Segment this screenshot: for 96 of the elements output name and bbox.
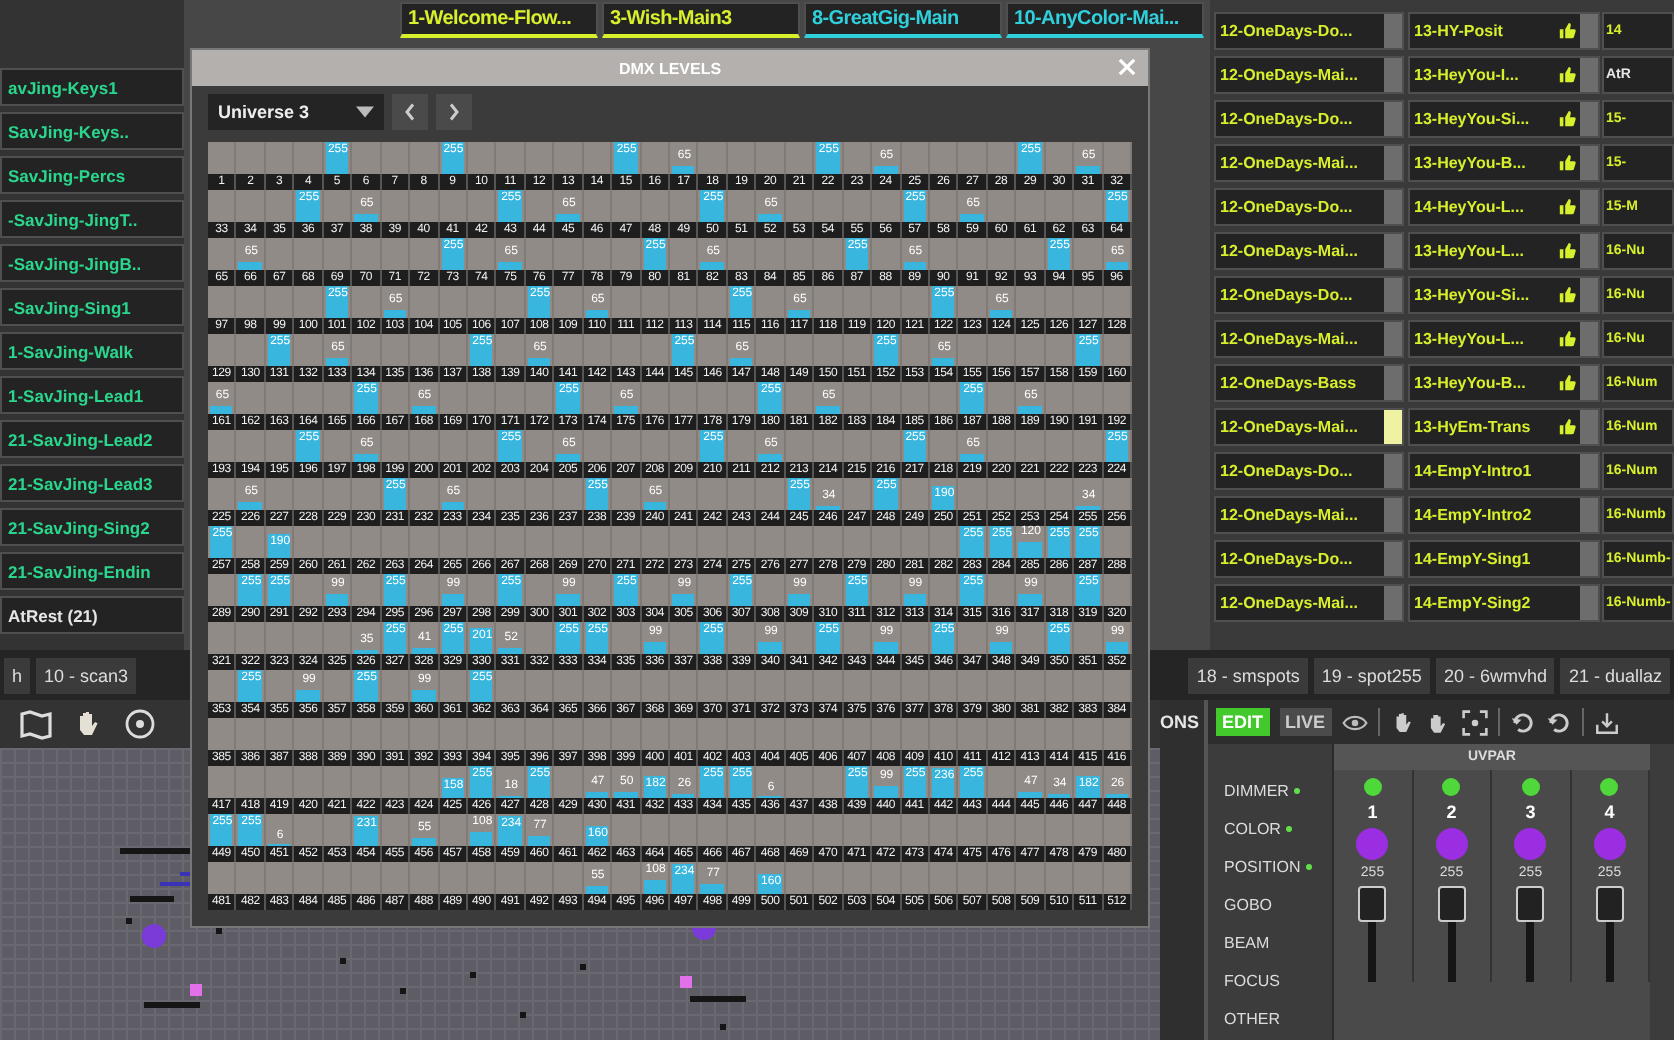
- chevron-left-icon: [404, 102, 416, 122]
- cue-button[interactable]: avJing-Keys1: [0, 68, 184, 106]
- fader-thumb[interactable]: [1437, 886, 1466, 922]
- undo-icon[interactable]: [1509, 709, 1536, 735]
- cue-button[interactable]: 13-HyEm-Trans: [1408, 408, 1600, 446]
- map-icon[interactable]: [20, 708, 52, 740]
- cue-button[interactable]: 13-HeyYou-L...: [1408, 232, 1600, 270]
- attribute-label[interactable]: DIMMER: [1224, 782, 1289, 800]
- cue-button[interactable]: 1-Welcome-Flow...: [400, 2, 598, 38]
- cue-button[interactable]: 21-SavJing-Lead3: [0, 464, 184, 502]
- fixture-tab[interactable]: 21 - duallaz: [1560, 657, 1670, 693]
- thumbs-up-icon: [1558, 154, 1576, 172]
- cue-button[interactable]: 21-SavJing-Sing2: [0, 508, 184, 546]
- cue-button[interactable]: 12-OneDays-Do...: [1214, 452, 1404, 490]
- cue-button[interactable]: 13-HeyYou-B...: [1408, 364, 1600, 402]
- cue-button[interactable]: 1-SavJing-Walk: [0, 332, 184, 370]
- caret-icon: [356, 106, 374, 118]
- thumbs-up-icon: [1558, 418, 1576, 436]
- cue-button[interactable]: 12-OneDays-Do...: [1214, 276, 1404, 314]
- cue-button[interactable]: 12-OneDays-Do...: [1214, 100, 1404, 138]
- cue-button[interactable]: -SavJing-Sing1: [0, 288, 184, 326]
- cue-button[interactable]: 12-OneDays-Mai...: [1214, 56, 1404, 94]
- undo-icon[interactable]: [1545, 709, 1572, 735]
- cue-button[interactable]: 13-HeyYou-I...: [1408, 56, 1600, 94]
- fader-thumb[interactable]: [1516, 886, 1545, 922]
- attribute-label[interactable]: GOBO: [1224, 896, 1273, 914]
- attribute-label[interactable]: OTHER: [1224, 1010, 1280, 1028]
- fader-thumb[interactable]: [1595, 886, 1624, 922]
- cue-button[interactable]: 14-EmpY-Intro1: [1408, 452, 1600, 490]
- attribute-label[interactable]: POSITION: [1224, 858, 1301, 876]
- fixture-tab[interactable]: 19 - spot255: [1313, 657, 1430, 693]
- close-icon: [1118, 58, 1136, 76]
- fixture-tab[interactable]: 10 - scan3: [36, 657, 137, 693]
- fixture-number: 4: [1604, 802, 1615, 822]
- cue-button[interactable]: 12-OneDays-Mai...: [1214, 584, 1404, 622]
- cue-button[interactable]: 21-SavJing-Lead2: [0, 420, 184, 458]
- cue-button[interactable]: 21-SavJing-Endin: [0, 552, 184, 590]
- cue-button[interactable]: 12-OneDays-Mai...: [1214, 408, 1404, 446]
- cue-button[interactable]: 12-OneDays-Mai...: [1214, 320, 1404, 358]
- color-swatch[interactable]: [1356, 828, 1389, 860]
- thumbs-up-icon: [1558, 286, 1576, 304]
- fixture-tab[interactable]: 18 - smspots: [1188, 657, 1308, 693]
- cue-button[interactable]: 14-EmpY-Intro2: [1408, 496, 1600, 534]
- fixture-number: 1: [1367, 802, 1378, 822]
- universe-dropdown[interactable]: Universe 3: [208, 94, 384, 130]
- window-title: DMX LEVELS: [618, 59, 722, 77]
- thumbs-up-icon: [1558, 330, 1576, 348]
- fixture-tab[interactable]: 20 - 6wmvhd: [1435, 657, 1555, 693]
- cue-button[interactable]: 12-OneDays-Do...: [1214, 188, 1404, 226]
- cue-button[interactable]: 12-OneDays-Mai...: [1214, 496, 1404, 534]
- chevron-right-icon: [448, 102, 460, 122]
- cue-button[interactable]: 13-HeyYou-Si...: [1408, 276, 1600, 314]
- cue-button[interactable]: SavJing-Percs: [0, 156, 184, 194]
- select-frame-icon[interactable]: [1461, 709, 1488, 735]
- color-swatch[interactable]: [1514, 828, 1547, 860]
- fixture-number: 2: [1446, 802, 1457, 822]
- cue-button[interactable]: 8-GreatGig-Main: [804, 2, 1002, 38]
- cue-button[interactable]: 12-OneDays-Bass: [1214, 364, 1404, 402]
- cue-button[interactable]: 1-SavJing-Lead1: [0, 376, 184, 414]
- cue-button[interactable]: 14-EmpY-Sing1: [1408, 540, 1600, 578]
- thumbs-up-icon: [1558, 66, 1576, 84]
- fader-thumb[interactable]: [1358, 886, 1387, 922]
- cue-button[interactable]: 12-OneDays-Do...: [1214, 12, 1404, 50]
- cue-button[interactable]: 13-HeyYou-Si...: [1408, 100, 1600, 138]
- thumbs-up-icon: [1558, 198, 1576, 216]
- cue-button[interactable]: 10-AnyColor-Mai...: [1006, 2, 1204, 38]
- cue-button[interactable]: 13-HY-Posit: [1408, 12, 1600, 50]
- cue-button[interactable]: SavJing-Keys..: [0, 112, 184, 150]
- attribute-label[interactable]: COLOR: [1224, 820, 1281, 838]
- cue-button[interactable]: AtRest (21): [0, 596, 184, 634]
- cue-button[interactable]: -SavJing-JingB..: [0, 244, 184, 282]
- thumbs-up-icon: [1558, 110, 1576, 128]
- cue-button[interactable]: 12-OneDays-Mai...: [1214, 232, 1404, 270]
- cue-button[interactable]: 13-HeyYou-B...: [1408, 144, 1600, 182]
- download-icon[interactable]: [1593, 709, 1620, 735]
- attribute-label[interactable]: FOCUS: [1224, 972, 1280, 990]
- target-icon[interactable]: [124, 708, 156, 740]
- previous-button[interactable]: [392, 94, 428, 130]
- thumbs-up-icon: [1558, 22, 1576, 40]
- cue-button[interactable]: 12-OneDays-Mai...: [1214, 144, 1404, 182]
- color-swatch[interactable]: [1593, 828, 1626, 860]
- cue-button[interactable]: 14-EmpY-Sing2: [1408, 584, 1600, 622]
- thumbs-up-icon: [1558, 242, 1576, 260]
- cue-button[interactable]: 14-HeyYou-L...: [1408, 188, 1600, 226]
- fixture-number: 3: [1525, 802, 1536, 822]
- cue-button[interactable]: -SavJing-JingT..: [0, 200, 184, 238]
- cue-button[interactable]: 3-Wish-Main3: [602, 2, 800, 38]
- mode-button[interactable]: LIVE: [1279, 708, 1332, 736]
- color-swatch[interactable]: [1435, 828, 1468, 860]
- cue-button[interactable]: 12-OneDays-Do...: [1214, 540, 1404, 578]
- fixture-tab[interactable]: h: [4, 657, 31, 693]
- cue-button[interactable]: 13-HeyYou-L...: [1408, 320, 1600, 358]
- thumbs-up-icon: [1558, 374, 1576, 392]
- attribute-label[interactable]: BEAM: [1224, 934, 1270, 952]
- panel-label: ONS: [1160, 710, 1202, 736]
- next-button[interactable]: [436, 94, 472, 130]
